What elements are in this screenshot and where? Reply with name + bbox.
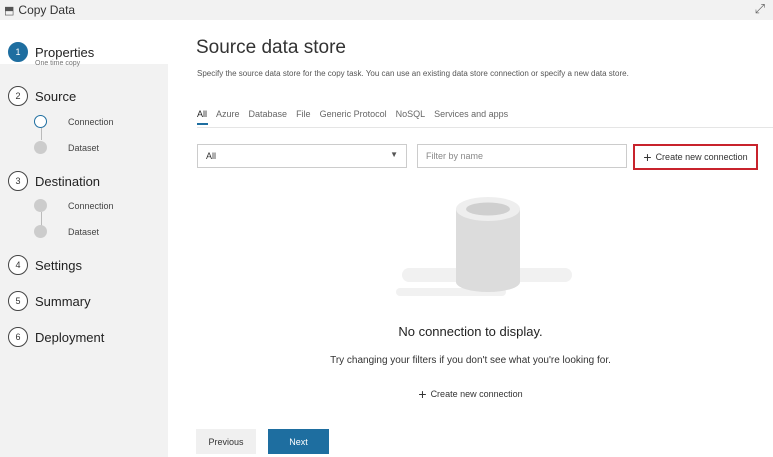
chevron-down-icon: ▼ xyxy=(390,150,398,159)
expand-icon[interactable]: ⤢ xyxy=(755,1,765,17)
empty-state-title: No connection to display. xyxy=(398,324,543,339)
step-number-4: 4 xyxy=(8,255,28,275)
step-number-5: 5 xyxy=(8,291,28,311)
step-destination[interactable]: 3 Destination xyxy=(0,171,168,191)
current-substep-icon xyxy=(34,115,47,128)
substep-label: Dataset xyxy=(68,226,100,237)
tab-azure[interactable]: Azure xyxy=(216,109,240,119)
tab-nosql[interactable]: NoSQL xyxy=(396,109,426,119)
tab-all[interactable]: All xyxy=(197,109,209,125)
copy-data-icon: ⬒ xyxy=(4,4,15,17)
substep-destination-dataset[interactable]: Dataset xyxy=(34,225,99,238)
next-button[interactable]: Next xyxy=(268,429,329,454)
substep-label: Connection xyxy=(68,116,114,127)
step-number-3: 3 xyxy=(8,171,28,191)
substep-source-connection[interactable]: Connection xyxy=(34,115,114,128)
tab-database[interactable]: Database xyxy=(249,109,288,119)
name-filter-input[interactable] xyxy=(417,144,627,168)
create-new-connection-button[interactable]: + Create new connection xyxy=(633,144,758,170)
type-filter-dropdown[interactable]: All ▼ xyxy=(197,144,407,168)
pending-substep-icon xyxy=(34,225,47,238)
step-label-deployment: Deployment xyxy=(35,329,105,345)
tab-services-and-apps[interactable]: Services and apps xyxy=(434,109,508,119)
step-connector xyxy=(41,128,42,140)
step-subtitle-properties: One time copy xyxy=(35,60,81,67)
step-number-1: 1 xyxy=(8,42,28,62)
pending-substep-icon xyxy=(34,141,47,154)
page-description: Specify the source data store for the co… xyxy=(197,69,629,78)
step-number-2: 2 xyxy=(8,86,28,106)
tabs-divider xyxy=(197,127,773,128)
empty-state-hint: Try changing your filters if you don't s… xyxy=(330,355,611,366)
main-panel: Source data store Specify the source dat… xyxy=(168,20,773,457)
category-tabs: All Azure Database File Generic Protocol… xyxy=(197,109,517,125)
step-label-settings: Settings xyxy=(35,257,82,273)
substep-label: Dataset xyxy=(68,142,100,153)
window-title: Copy Data xyxy=(18,3,76,17)
empty-database-illustration xyxy=(396,197,572,296)
substep-source-dataset[interactable]: Dataset xyxy=(34,141,99,154)
step-source[interactable]: 2 Source xyxy=(0,86,168,106)
step-settings[interactable]: 4 Settings xyxy=(0,255,168,275)
tab-file[interactable]: File xyxy=(296,109,311,119)
substep-destination-connection[interactable]: Connection xyxy=(34,199,114,212)
step-label-source: Source xyxy=(35,88,77,104)
plus-icon: + xyxy=(418,386,427,402)
step-label-destination: Destination xyxy=(35,173,101,189)
step-label-properties: Properties xyxy=(35,44,95,60)
pending-substep-icon xyxy=(34,199,47,212)
previous-button[interactable]: Previous xyxy=(196,429,256,454)
tab-generic-protocol[interactable]: Generic Protocol xyxy=(320,109,387,119)
empty-state-create-link[interactable]: + Create new connection xyxy=(168,387,773,401)
type-filter-value: All xyxy=(206,151,217,161)
plus-icon: + xyxy=(643,149,652,165)
step-summary[interactable]: 5 Summary xyxy=(0,291,168,311)
step-number-6: 6 xyxy=(8,327,28,347)
create-button-label: Create new connection xyxy=(655,152,748,162)
title-bar: ⬒ Copy Data xyxy=(0,0,773,20)
step-label-summary: Summary xyxy=(35,293,91,309)
empty-create-label: Create new connection xyxy=(430,389,523,399)
page-title: Source data store xyxy=(196,37,346,58)
step-properties[interactable]: 1 Properties xyxy=(0,42,168,62)
step-deployment[interactable]: 6 Deployment xyxy=(0,327,168,347)
step-connector xyxy=(41,212,42,226)
substep-label: Connection xyxy=(68,200,114,211)
